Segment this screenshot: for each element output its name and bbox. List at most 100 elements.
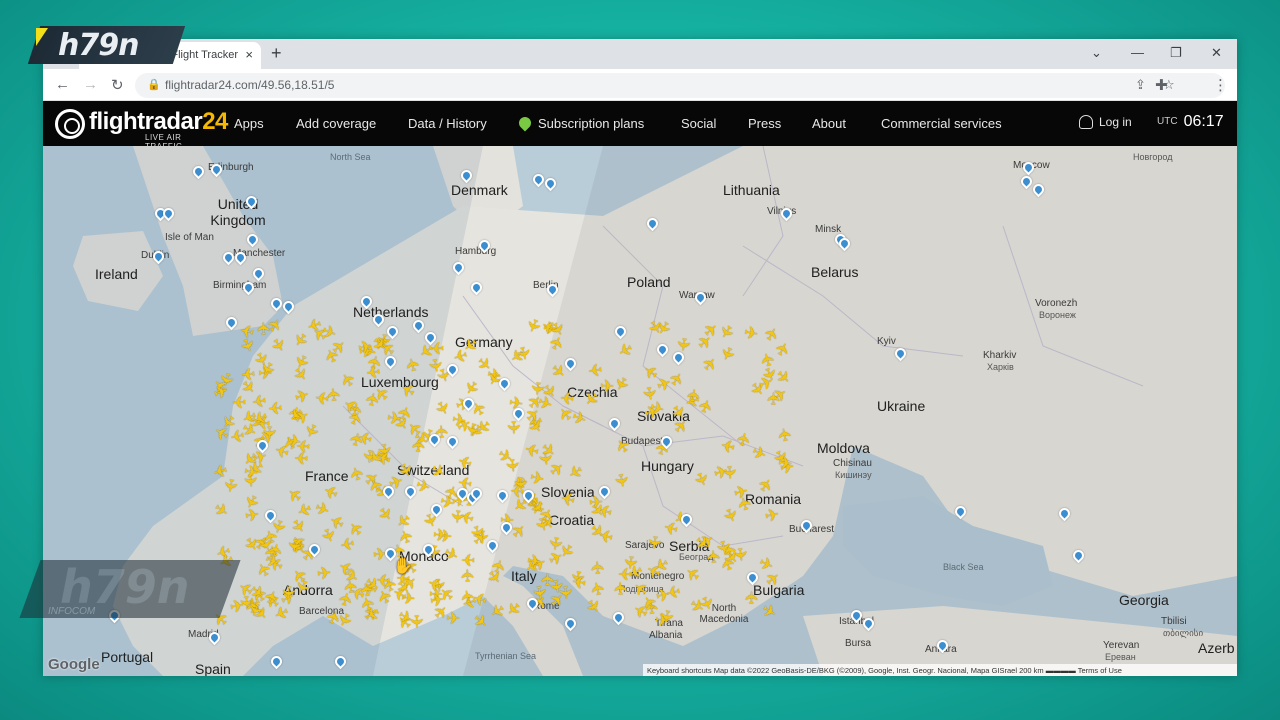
plane-icon[interactable]: ✈ [588,559,608,575]
map-attribution[interactable]: Keyboard shortcuts Map data ©2022 GeoBas… [643,664,1237,676]
channel-logo-text: h79n [58,28,139,63]
plane-icon[interactable]: ✈ [504,421,523,436]
city-label: Birmingham [213,280,267,291]
city-label: Kharkiv [983,350,1017,361]
nav-data-history[interactable]: Data / History [408,116,487,131]
channel-logo: h79n [27,26,186,66]
minimize-button[interactable]: — [1131,45,1144,60]
plane-icon[interactable]: ✈ [655,607,677,625]
extensions-icon[interactable]: ✚ [1155,76,1168,94]
channel-watermark: h79n INFOCOM [19,560,241,620]
nav-apps[interactable]: Apps [234,116,264,131]
plane-icon[interactable]: ✈ [743,590,762,605]
plane-icon[interactable]: ✈ [764,391,783,406]
plane-icon[interactable]: ✈ [560,387,576,407]
cyrillic-label: Новгород [1133,152,1173,162]
plane-icon[interactable]: ✈ [316,563,332,583]
country-label: Denmark [451,182,508,198]
plane-icon[interactable]: ✈ [242,462,259,483]
country-label: Belarus [811,264,859,280]
plane-icon[interactable]: ✈ [639,385,660,402]
menu-icon[interactable]: ⋮ [1213,76,1228,94]
country-label: Ireland [95,266,138,282]
plane-icon[interactable]: ✈ [618,564,632,583]
country-label: Portugal [101,649,154,665]
address-bar: ← → ↻ 🔒 flightradar24.com/49.56,18.51/5 … [43,69,1237,101]
plane-icon[interactable]: ✈ [777,453,793,474]
country-label: Georgia [1119,592,1169,608]
plane-icon[interactable]: ✈ [683,387,704,404]
plane-icon[interactable]: ✈ [611,581,630,596]
url-text: flightradar24.com/49.56,18.51/5 [165,78,335,92]
plane-icon[interactable]: ✈ [243,505,260,526]
flightradar-logo[interactable]: flightradar24 LIVE AIR TRAFFIC [55,106,228,151]
logo-name: flightradar [89,108,203,135]
login-button[interactable]: Log in [1079,115,1132,129]
country-label: Spain [195,661,231,676]
nav-social[interactable]: Social [681,116,716,131]
share-icon[interactable]: ⇪ [1135,77,1146,93]
plane-icon[interactable]: ✈ [570,571,587,592]
lock-icon: 🔒 [147,79,161,91]
nav-commercial-services[interactable]: Commercial services [881,116,1002,131]
city-label: Kyiv [877,336,896,347]
plane-icon[interactable]: ✈ [526,552,543,573]
subscription-pin-icon [516,114,534,132]
plane-icon[interactable]: ✈ [528,468,546,490]
tab-bar: …ar24: Live Flight Tracker × + ⌄ — ❐ ✕ [43,39,1237,69]
city-label: Hamburg [455,246,497,257]
plane-icon[interactable]: ✈ [314,387,330,408]
tab-close-icon[interactable]: × [245,47,253,62]
plane-icon[interactable]: ✈ [733,430,755,448]
plane-icon[interactable]: ✈ [284,537,305,553]
country-label: Ukraine [877,398,926,414]
plane-icon[interactable]: ✈ [428,590,445,611]
country-label: Moldova [817,440,870,456]
plane-icon[interactable]: ✈ [255,321,274,336]
logo-number: 24 [202,108,228,135]
restore-button[interactable]: ❐ [1170,45,1182,61]
nav-add-coverage[interactable]: Add coverage [296,116,376,131]
plane-icon[interactable]: ✈ [461,550,475,569]
plane-icon[interactable]: ✈ [375,569,391,589]
country-label: Albania [649,630,683,641]
new-tab-button[interactable]: + [271,43,282,64]
plane-icon[interactable]: ✈ [231,392,246,411]
nav-subscription-label: Subscription plans [538,116,645,131]
nav-subscription-plans[interactable]: Subscription plans [516,114,645,132]
forward-icon[interactable]: → [83,76,98,93]
plane-icon[interactable]: ✈ [664,581,682,603]
country-label: United Kingdom [210,196,266,228]
reload-icon[interactable]: ↻ [111,76,124,94]
plane-icon[interactable]: ✈ [446,609,461,628]
plane-icon[interactable]: ✈ [260,425,279,439]
nav-about[interactable]: About [812,116,846,131]
clock-time: 06:17 [1183,113,1224,130]
site-header: flightradar24 LIVE AIR TRAFFIC Apps Add … [43,101,1237,151]
country-label: Azerb [1198,640,1235,656]
cyrillic-label: თბილისი [1163,628,1204,638]
back-icon[interactable]: ← [55,76,70,93]
plane-icon[interactable]: ✈ [763,505,781,527]
plane-icon[interactable]: ✈ [338,533,356,555]
plane-icon[interactable]: ✈ [742,323,759,344]
login-label: Log in [1099,115,1132,129]
plane-icon[interactable]: ✈ [267,397,283,417]
plane-icon[interactable]: ✈ [643,534,664,551]
user-icon [1079,115,1093,129]
nav-press[interactable]: Press [748,116,781,131]
plane-icon[interactable]: ✈ [365,361,381,382]
plane-icon[interactable]: ✈ [219,477,240,494]
city-label: Tbilisi [1161,616,1187,627]
google-logo: Google [48,656,100,673]
plane-icon[interactable]: ✈ [285,431,303,452]
url-input[interactable]: 🔒 flightradar24.com/49.56,18.51/5 ⇪ ☆ [135,73,1225,98]
plane-icon[interactable]: ✈ [458,588,479,606]
city-label: Yerevan [1103,640,1140,651]
plane-icon[interactable]: ✈ [432,526,448,546]
plane-icon[interactable]: ✈ [458,568,477,583]
tab-search-icon[interactable]: ⌄ [1091,45,1102,61]
country-label: Lithuania [723,182,780,198]
close-window-button[interactable]: ✕ [1211,45,1222,61]
plane-icon[interactable]: ✈ [600,376,615,395]
